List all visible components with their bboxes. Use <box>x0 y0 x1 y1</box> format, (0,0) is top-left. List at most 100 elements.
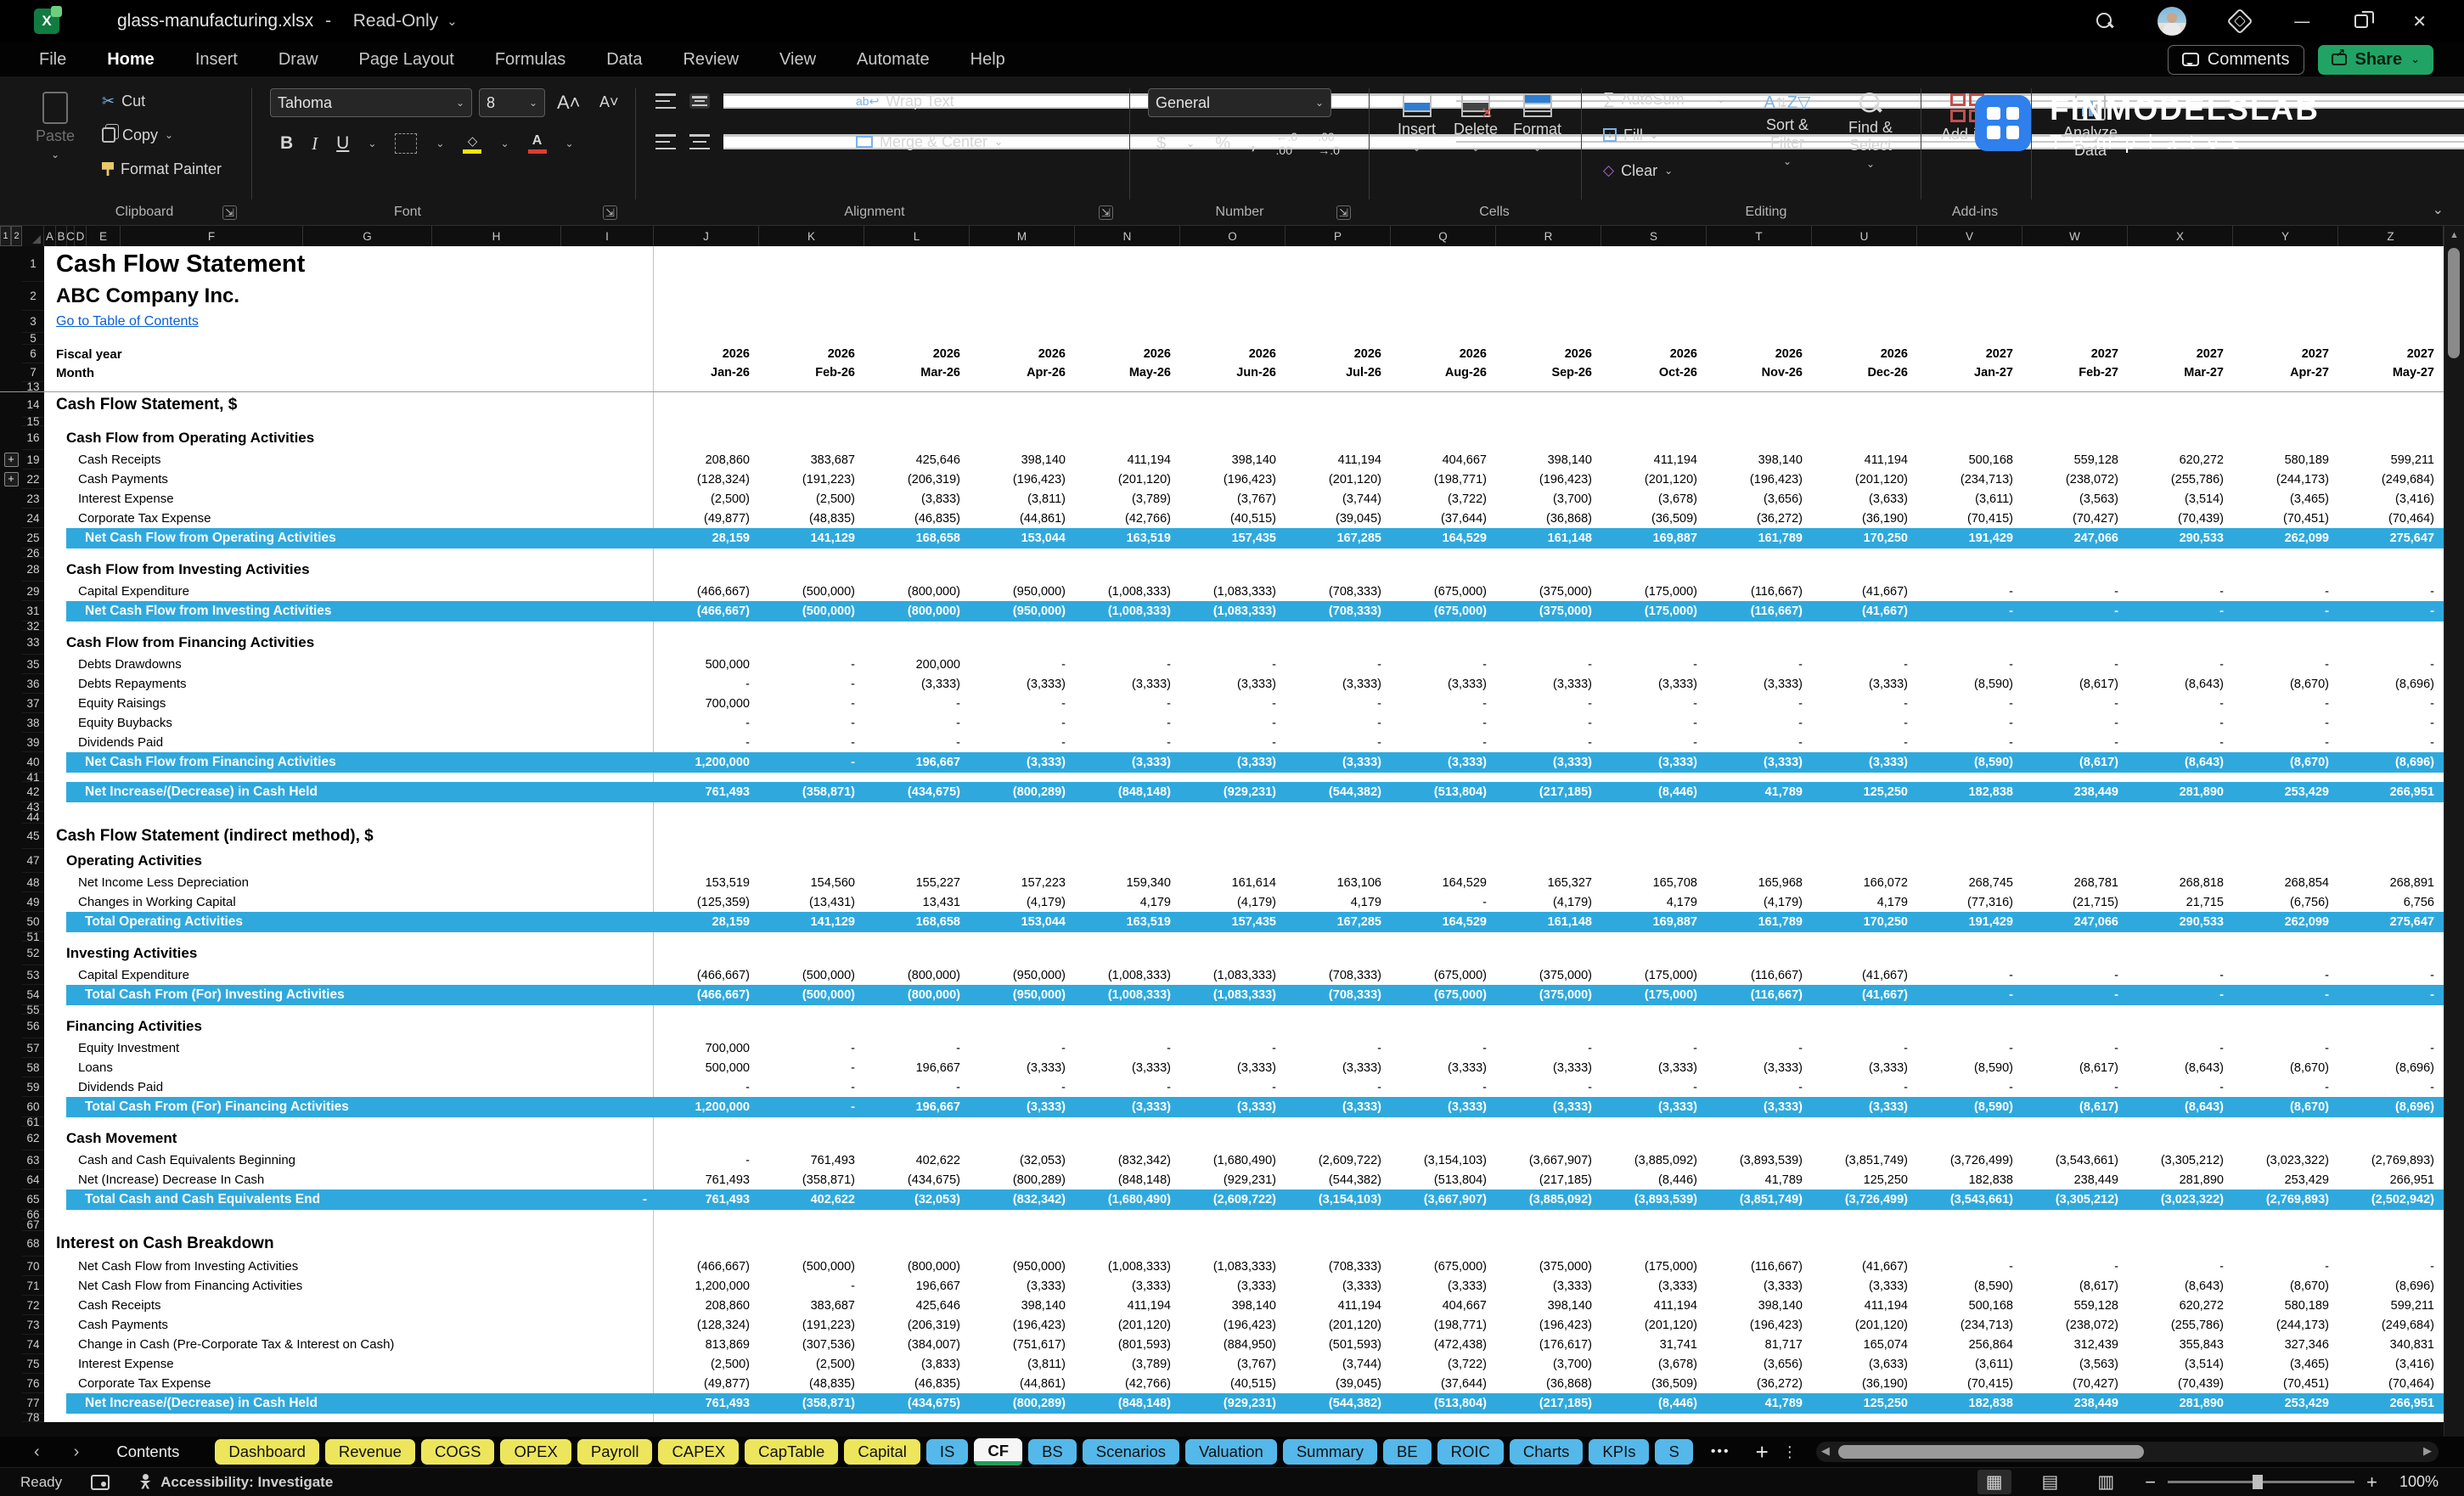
row-label[interactable]: Cash Flow Statement, $ <box>44 392 654 418</box>
cell[interactable]: (8,590) <box>1917 1058 2022 1077</box>
cell[interactable]: (8,696) <box>2338 752 2444 773</box>
cell[interactable]: (500,000) <box>759 582 864 601</box>
column-header-K[interactable]: K <box>759 226 864 246</box>
cell[interactable]: (201,120) <box>1285 470 1391 489</box>
row-label[interactable]: Cash Flow from Financing Activities <box>44 631 654 655</box>
cell[interactable]: 157,435 <box>1180 528 1285 548</box>
cell[interactable]: 154,560 <box>759 873 864 892</box>
cell[interactable]: (544,382) <box>1285 1393 1391 1414</box>
cell[interactable]: 169,887 <box>1601 912 1707 932</box>
cell[interactable]: 402,622 <box>864 1150 970 1170</box>
font-name-select[interactable]: Tahoma⌄ <box>270 88 472 117</box>
column-header-M[interactable]: M <box>970 226 1075 246</box>
cell[interactable]: (3,611) <box>1917 1354 2022 1374</box>
cell[interactable]: 266,951 <box>2338 1393 2444 1414</box>
cell[interactable]: 253,429 <box>2233 1170 2338 1189</box>
row-number[interactable]: 42 <box>22 782 44 802</box>
cell[interactable]: (201,120) <box>1812 470 1917 489</box>
horizontal-scrollbar[interactable]: ◀ ▶ <box>1816 1442 2439 1462</box>
cell[interactable]: (3,893,539) <box>1707 1150 1812 1170</box>
cell[interactable]: 161,789 <box>1707 528 1812 548</box>
cell[interactable]: Aug-26 <box>1391 363 1496 382</box>
cell[interactable]: 4,179 <box>1601 892 1707 912</box>
cell[interactable]: (4,179) <box>1496 892 1601 912</box>
cell[interactable]: - <box>1601 1077 1707 1097</box>
cell[interactable]: (1,008,333) <box>1075 1257 1180 1276</box>
cell[interactable]: (929,231) <box>1180 782 1285 802</box>
cell[interactable]: (196,423) <box>1707 1315 1812 1335</box>
cell[interactable]: 580,189 <box>2233 1296 2338 1315</box>
row-number[interactable]: 29 <box>22 582 44 601</box>
close-button[interactable]: ✕ <box>2412 11 2427 31</box>
cell[interactable]: (708,333) <box>1285 582 1391 601</box>
row-label[interactable]: Net Increase/(Decrease) in Cash Held <box>66 782 654 802</box>
cell[interactable]: (39,045) <box>1285 1374 1391 1393</box>
sheet-tab-roic[interactable]: ROIC <box>1437 1439 1504 1465</box>
cell[interactable]: (41,667) <box>1812 965 1917 985</box>
cell[interactable]: 6,756 <box>2338 892 2444 912</box>
cell[interactable]: (36,509) <box>1601 509 1707 528</box>
sheet-tab-valuation[interactable]: Valuation <box>1185 1439 1277 1465</box>
cell[interactable]: (3,333) <box>1180 1058 1285 1077</box>
cell[interactable]: (3,333) <box>1496 674 1601 694</box>
cell[interactable]: - <box>759 655 864 674</box>
cell[interactable]: May-26 <box>1075 363 1180 382</box>
cell[interactable]: 268,854 <box>2233 873 2338 892</box>
cell[interactable]: 170,250 <box>1812 912 1917 932</box>
zoom-out-button[interactable]: − <box>2145 1471 2156 1493</box>
cell[interactable]: (201,120) <box>1812 1315 1917 1335</box>
share-button[interactable]: Share ⌄ <box>2318 45 2434 75</box>
cell[interactable]: - <box>970 694 1075 713</box>
cell[interactable]: (8,617) <box>2022 674 2128 694</box>
cell[interactable]: (3,851,749) <box>1812 1150 1917 1170</box>
menu-tab-help[interactable]: Help <box>969 47 1007 73</box>
row-label[interactable]: Cash Flow Statement (indirect method), $ <box>44 824 654 849</box>
chevron-down-icon[interactable]: ⌄ <box>447 14 458 29</box>
cell[interactable]: (3,333) <box>1601 1097 1707 1117</box>
cell[interactable]: - <box>2128 694 2233 713</box>
cell[interactable]: 266,951 <box>2338 782 2444 802</box>
cell[interactable]: 196,667 <box>864 1058 970 1077</box>
cell[interactable]: (8,643) <box>2128 674 2233 694</box>
restore-button[interactable] <box>2354 14 2368 28</box>
cell[interactable]: 182,838 <box>1917 782 2022 802</box>
row-label[interactable] <box>44 1219 654 1231</box>
sheet-tab-cf[interactable]: CF <box>974 1438 1022 1465</box>
cell[interactable]: - <box>1496 694 1601 713</box>
row-number[interactable]: 50 <box>22 912 44 932</box>
cell[interactable]: - <box>1285 1038 1391 1058</box>
cell[interactable]: (500,000) <box>759 601 864 621</box>
cell[interactable]: (466,667) <box>654 601 759 621</box>
cell[interactable]: - <box>1917 965 2022 985</box>
cell[interactable]: (3,333) <box>1707 674 1812 694</box>
cell[interactable]: (70,439) <box>2128 1374 2233 1393</box>
cell[interactable]: (3,023,322) <box>2233 1150 2338 1170</box>
cell[interactable]: - <box>2233 1257 2338 1276</box>
cell[interactable]: - <box>1075 1038 1180 1058</box>
row-number[interactable]: 60 <box>22 1097 44 1117</box>
row-number[interactable]: 63 <box>22 1150 44 1170</box>
sheet-tab-s[interactable]: S <box>1655 1439 1692 1465</box>
cell[interactable]: (1,680,490) <box>1180 1150 1285 1170</box>
cell[interactable]: (8,670) <box>2233 1276 2338 1296</box>
row-number[interactable]: 19 <box>22 450 44 470</box>
column-header-R[interactable]: R <box>1496 226 1601 246</box>
cell[interactable]: 268,818 <box>2128 873 2233 892</box>
cell[interactable]: - <box>2128 1257 2233 1276</box>
cell[interactable]: 404,667 <box>1391 450 1496 470</box>
cell[interactable]: (196,423) <box>1496 1315 1601 1335</box>
row-number[interactable]: 68 <box>22 1231 44 1257</box>
vertical-scrollbar[interactable]: ▲ <box>2444 226 2464 1437</box>
cell[interactable]: - <box>1812 1038 1917 1058</box>
cell[interactable]: (3,789) <box>1075 489 1180 509</box>
cell[interactable]: (3,333) <box>1180 674 1285 694</box>
cell[interactable]: (3,767) <box>1180 1354 1285 1374</box>
cell[interactable]: (3,833) <box>864 1354 970 1374</box>
cell[interactable]: - <box>1180 694 1285 713</box>
cell[interactable]: 620,272 <box>2128 450 2233 470</box>
outline-expand-button[interactable]: + <box>4 472 19 486</box>
cell[interactable]: (375,000) <box>1496 985 1601 1005</box>
cell[interactable]: 2026 <box>1812 345 1917 363</box>
cell[interactable]: (3,514) <box>2128 1354 2233 1374</box>
cell[interactable]: (196,423) <box>1180 470 1285 489</box>
